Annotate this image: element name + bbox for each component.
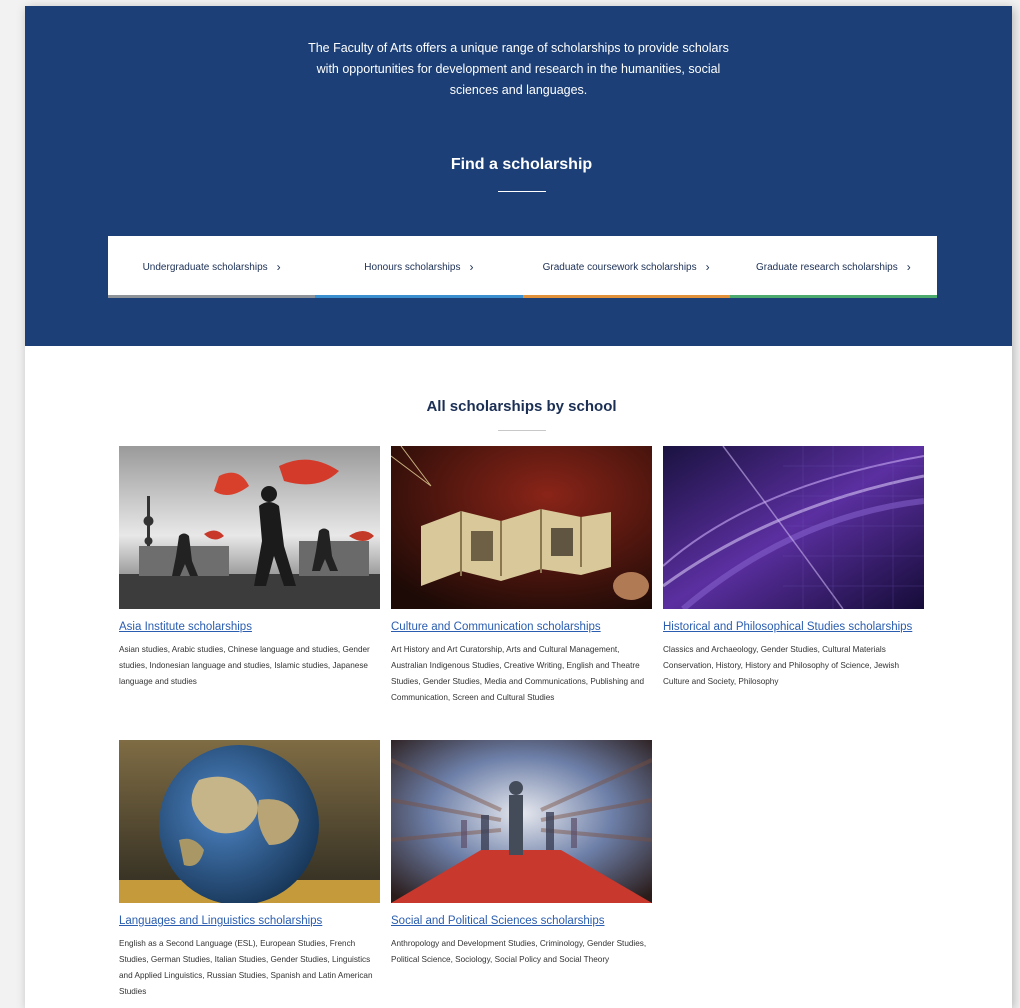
school-image[interactable]: [663, 446, 924, 609]
section-title: All scholarships by school: [426, 398, 617, 415]
tab-color-bar: [315, 295, 523, 298]
school-description: Art History and Art Curatorship, Arts an…: [391, 645, 645, 702]
school-card-asia-institute: Asia Institute scholarships Asian studie…: [119, 446, 380, 690]
page: The Faculty of Arts offers a unique rang…: [25, 6, 1012, 1008]
tab-color-bar: [522, 295, 730, 298]
school-image[interactable]: [391, 446, 652, 609]
school-link[interactable]: Culture and Communication scholarships: [391, 619, 652, 636]
tab-label: Graduate coursework scholarships: [542, 261, 697, 273]
chevron-right-icon: ›: [705, 260, 710, 274]
chevron-right-icon: ›: [906, 260, 911, 274]
tab-label: Graduate research scholarships: [756, 261, 898, 273]
school-description: Classics and Archaeology, Gender Studies…: [663, 645, 900, 686]
hero-banner: The Faculty of Arts offers a unique rang…: [25, 6, 1012, 346]
tab-honours[interactable]: Honours scholarships ›: [315, 236, 523, 298]
tab-graduate-coursework[interactable]: Graduate coursework scholarships ›: [522, 236, 730, 298]
school-description: English as a Second Language (ESL), Euro…: [119, 939, 373, 996]
tab-label: Honours scholarships: [364, 261, 461, 273]
school-link[interactable]: Languages and Linguistics scholarships: [119, 913, 380, 930]
tab-color-bar: [108, 295, 316, 298]
tab-color-bar: [729, 295, 937, 298]
school-image[interactable]: [119, 740, 380, 903]
school-description: Anthropology and Development Studies, Cr…: [391, 939, 647, 964]
tab-graduate-research[interactable]: Graduate research scholarships ›: [729, 236, 937, 298]
heading-divider: [498, 191, 546, 192]
school-card-culture-communication: Culture and Communication scholarships A…: [391, 446, 652, 706]
intro-text: The Faculty of Arts offers a unique rang…: [308, 41, 729, 97]
school-description: Asian studies, Arabic studies, Chinese l…: [119, 645, 370, 686]
tab-undergraduate[interactable]: Undergraduate scholarships ›: [108, 236, 316, 298]
tab-label: Undergraduate scholarships: [142, 261, 268, 273]
scholarship-level-tabs: Undergraduate scholarships › Honours sch…: [108, 236, 937, 298]
school-card-historical-philosophical: Historical and Philosophical Studies sch…: [663, 446, 924, 690]
section-divider: [498, 430, 546, 431]
school-link[interactable]: Historical and Philosophical Studies sch…: [663, 619, 924, 636]
school-link[interactable]: Asia Institute scholarships: [119, 619, 380, 636]
school-card-social-political: Social and Political Sciences scholarshi…: [391, 740, 652, 968]
school-image[interactable]: [391, 740, 652, 903]
chevron-right-icon: ›: [469, 260, 474, 274]
school-image[interactable]: [119, 446, 380, 609]
find-scholarship-heading: Find a scholarship: [450, 156, 593, 173]
chevron-right-icon: ›: [276, 260, 281, 274]
school-card-languages-linguistics: Languages and Linguistics scholarships E…: [119, 740, 380, 1000]
school-link[interactable]: Social and Political Sciences scholarshi…: [391, 913, 652, 930]
